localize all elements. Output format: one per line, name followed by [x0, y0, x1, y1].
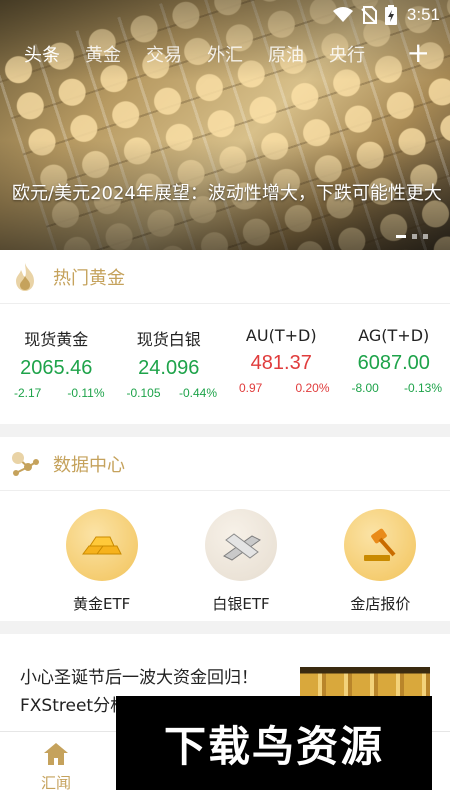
tab-crude-oil[interactable]: 原油: [268, 41, 304, 67]
gold-shop-price-label: 金店报价: [350, 595, 411, 613]
tab-gold[interactable]: 黄金: [85, 41, 121, 67]
quote-change: 0.97: [239, 381, 263, 395]
quote-change: -0.105: [126, 386, 161, 400]
quote-percent: -0.44%: [178, 386, 217, 400]
tab-trading[interactable]: 交易: [146, 41, 182, 67]
carousel-indicator: [396, 234, 428, 239]
quote-item[interactable]: AG(T+D) 6087.00 -8.00 -0.13%: [338, 304, 450, 424]
tab-headlines[interactable]: 头条: [24, 41, 60, 67]
nav-item-news[interactable]: 汇闻: [30, 742, 82, 793]
quote-percent: 0.20%: [295, 381, 330, 395]
quote-change: -8.00: [351, 381, 379, 395]
no-sim-icon: [361, 6, 377, 24]
quote-list: 现货黄金 2065.46 -2.17 -0.11% 现货白银 24.096 -0.…: [0, 304, 450, 424]
carousel-dot-active: [396, 235, 406, 238]
quote-name: AG(T+D): [358, 326, 430, 345]
silver-etf-button[interactable]: 白银ETF: [171, 491, 310, 621]
nav-label: 汇闻: [40, 774, 71, 792]
carousel-dot: [412, 234, 417, 239]
status-time: 3:51: [406, 5, 440, 24]
gold-etf-label: 黄金ETF: [73, 595, 131, 613]
battery-charging-icon: [384, 5, 397, 25]
home-icon: [44, 743, 68, 765]
hot-gold-section: 热门黄金 现货黄金 2065.46 -2.17 -0.11% 现货白银 24.09…: [0, 250, 450, 424]
hot-gold-header: 热门黄金: [0, 250, 450, 304]
silver-bars-icon: [204, 509, 277, 581]
quote-item[interactable]: 现货黄金 2065.46 -2.17 -0.11%: [0, 304, 113, 424]
news-banner[interactable]: 3:51 头条 黄金 交易 外汇 原油 央行 + 欧元/美元2024年展望：波动…: [0, 0, 450, 250]
watermark-overlay: 下载鸟资源: [116, 696, 432, 790]
quote-percent: -0.13%: [403, 381, 442, 395]
quote-price: 6087.00: [357, 352, 430, 374]
quote-change: -2.17: [14, 386, 42, 400]
status-bar: 3:51: [0, 0, 450, 30]
data-center-items: 黄金ETF 白银ETF 金店报价: [0, 491, 450, 621]
quote-item[interactable]: 现货白银 24.096 -0.105 -0.44%: [113, 304, 226, 424]
gold-shop-price-button[interactable]: 金店报价: [311, 491, 450, 621]
add-tab-icon[interactable]: +: [407, 38, 430, 68]
tab-forex[interactable]: 外汇: [207, 41, 243, 67]
tab-central-bank[interactable]: 央行: [329, 41, 365, 67]
auction-hammer-icon: [344, 509, 417, 581]
carousel-dot: [423, 234, 428, 239]
flame-icon: [10, 262, 40, 292]
silver-etf-label: 白银ETF: [212, 595, 270, 613]
quote-name: 现货黄金: [24, 330, 89, 349]
wifi-icon: [332, 7, 353, 22]
section-title: 数据中心: [53, 454, 125, 476]
data-center-section: 数据中心 黄金ETF 白银ETF 金店报价: [0, 437, 450, 621]
quote-price: 481.37: [250, 352, 312, 374]
category-tabs: 头条 黄金 交易 外汇 原油 央行 +: [0, 36, 450, 72]
banner-title[interactable]: 欧元/美元2024年展望：波动性增大，下跌可能性更大: [12, 181, 442, 206]
section-title: 热门黄金: [53, 267, 125, 289]
quote-price: 24.096: [138, 357, 200, 379]
gold-etf-button[interactable]: 黄金ETF: [32, 491, 171, 621]
data-center-header: 数据中心: [0, 437, 450, 491]
quote-name: 现货白银: [136, 330, 201, 349]
quote-name: AU(T+D): [245, 326, 317, 345]
quote-item[interactable]: AU(T+D) 481.37 0.97 0.20%: [225, 304, 338, 424]
quote-percent: -0.11%: [67, 386, 105, 400]
gold-bars-icon: [65, 509, 138, 581]
network-icon: [10, 449, 40, 479]
quote-price: 2065.46: [20, 357, 93, 379]
